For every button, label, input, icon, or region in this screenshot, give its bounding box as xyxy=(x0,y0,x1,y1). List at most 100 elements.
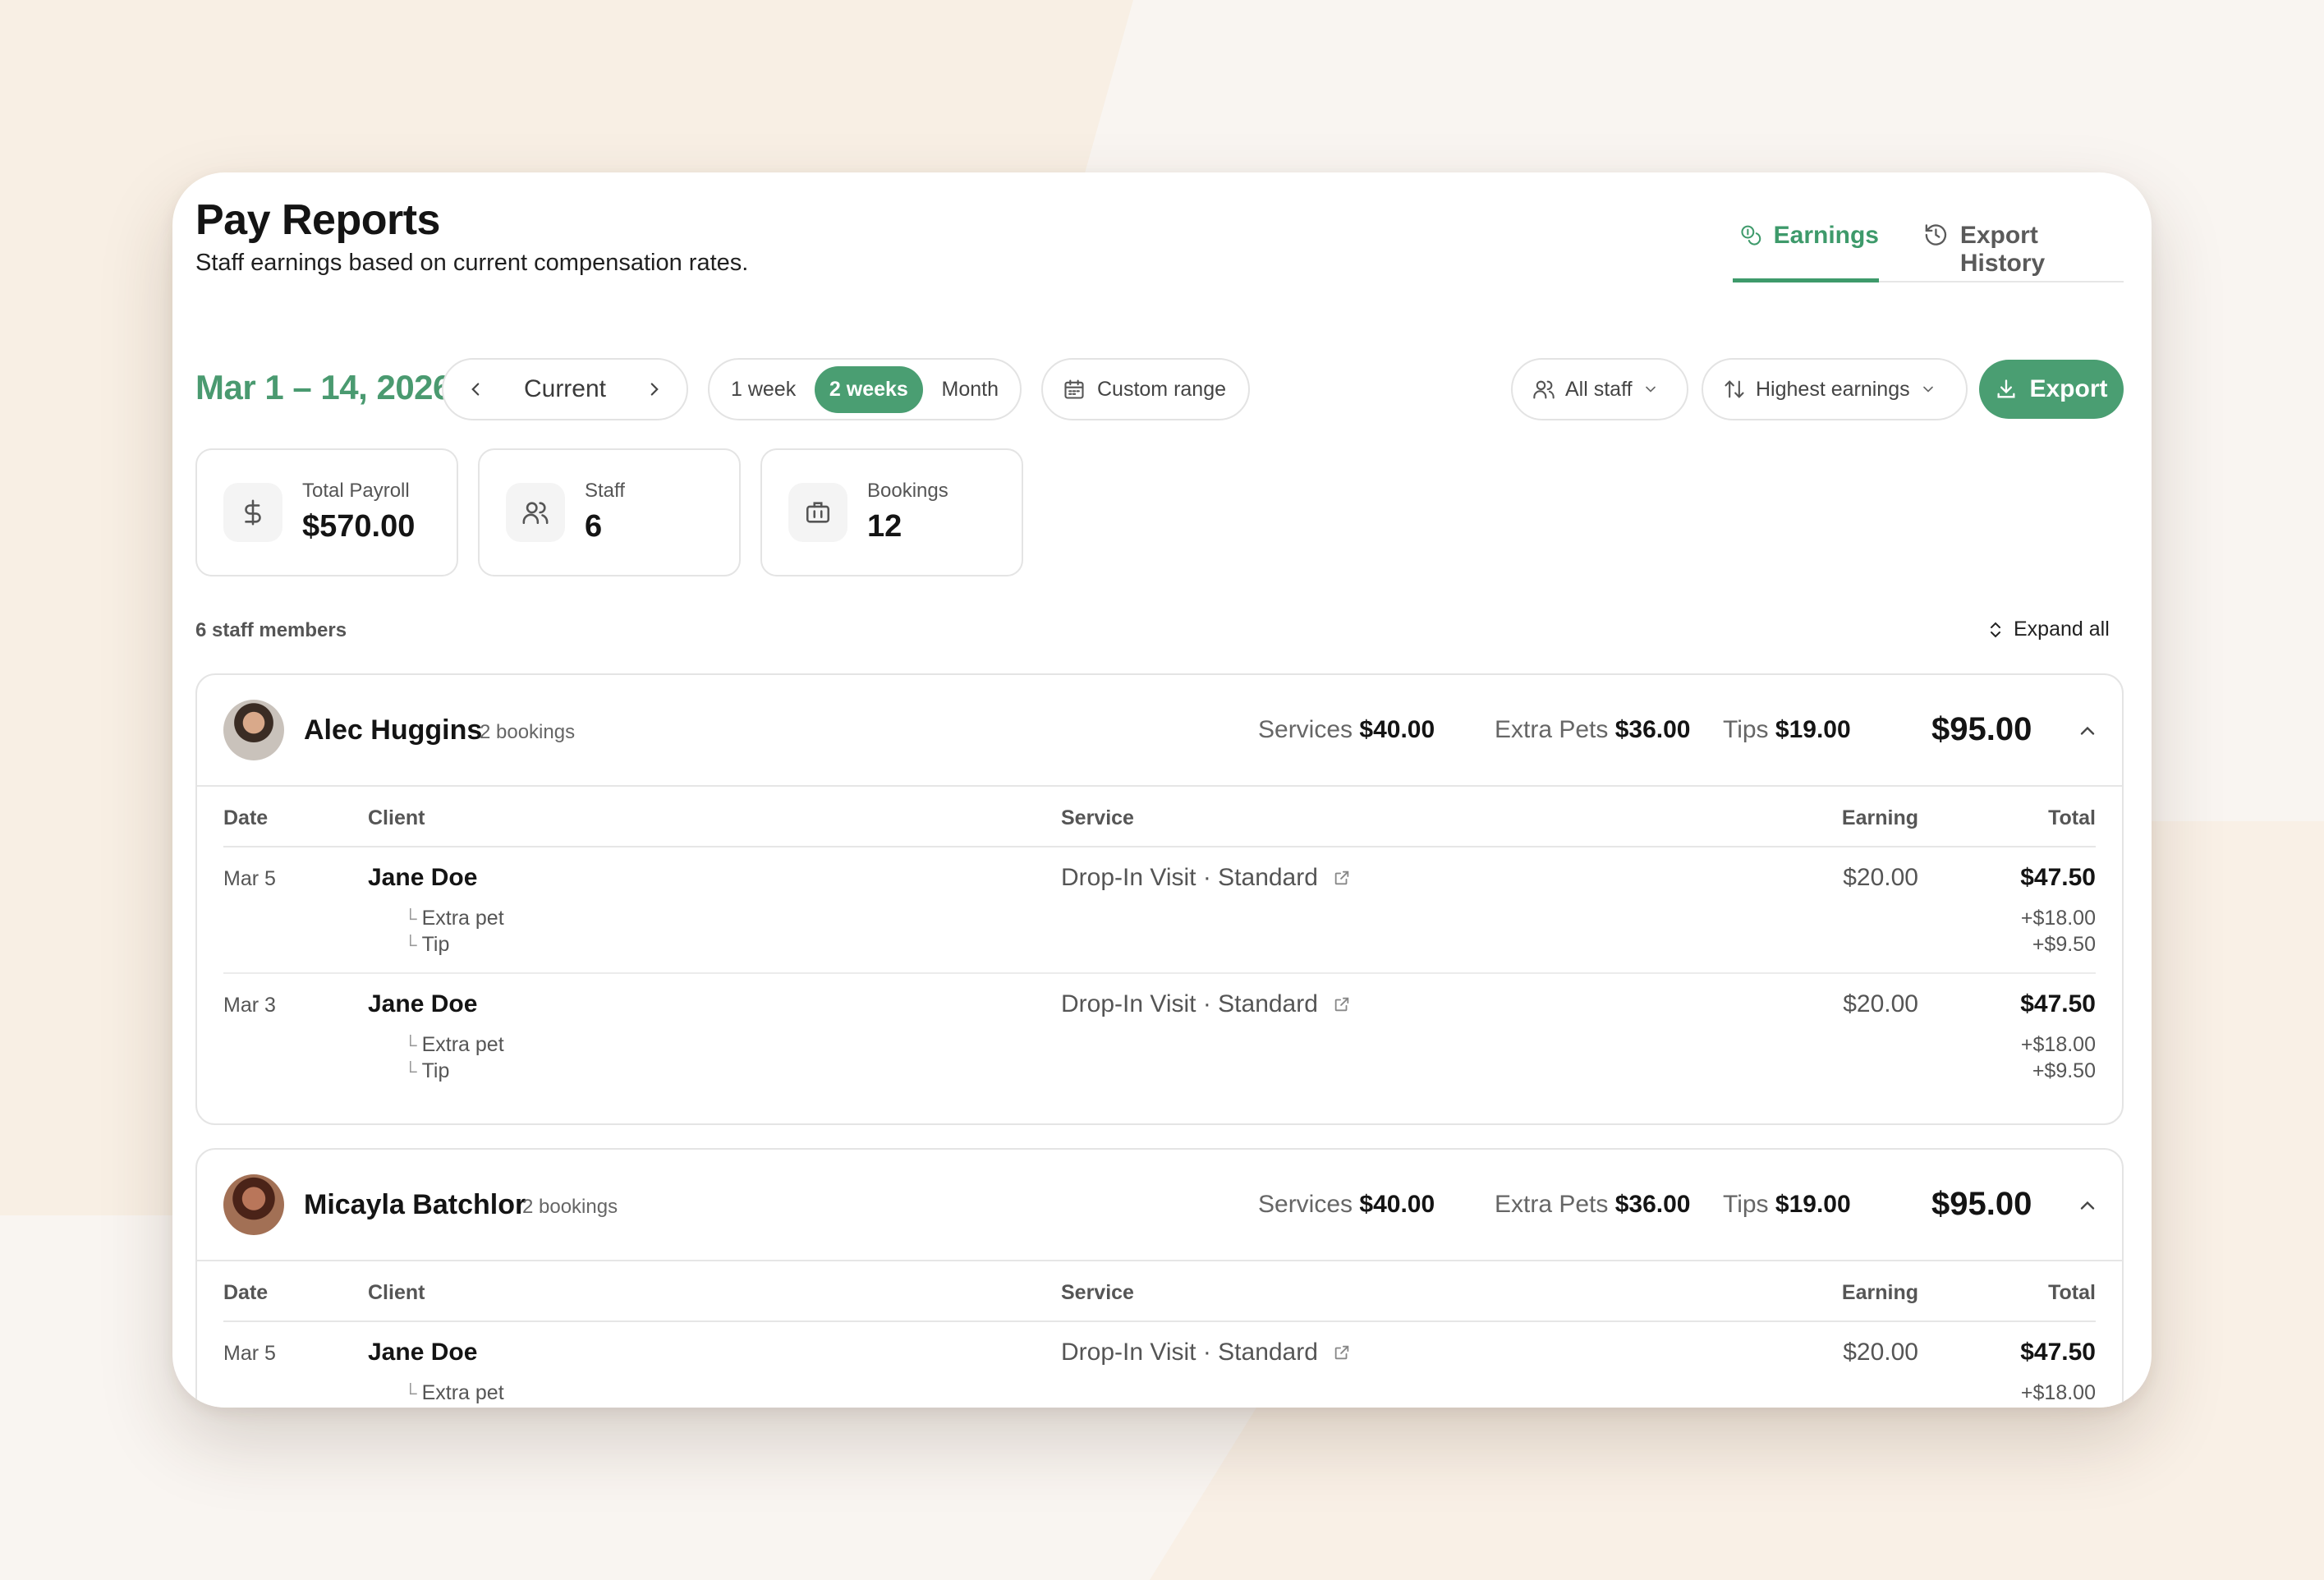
addon-label: └ Tip xyxy=(404,1059,450,1082)
chevron-up-icon[interactable] xyxy=(2076,719,2099,742)
row-date: Mar 5 xyxy=(223,1342,276,1365)
addon-label: └ Extra pet xyxy=(404,907,504,930)
sort-label: Highest earnings xyxy=(1756,377,1910,401)
range-month[interactable]: Month xyxy=(927,366,1013,413)
row-client[interactable]: Jane Doe xyxy=(368,990,477,1018)
tab-bar: Earnings Export History xyxy=(1733,205,2124,282)
extra-pets-amount: $36.00 xyxy=(1614,716,1691,743)
tab-export-history-label: Export History xyxy=(1959,222,2046,277)
staff-filter-dropdown[interactable]: All staff xyxy=(1511,358,1688,420)
addon-label: └ Tip xyxy=(404,933,450,956)
stat-label: Staff xyxy=(585,480,625,502)
users-icon xyxy=(506,483,565,542)
addon-amount: +$9.50 xyxy=(2032,1059,2096,1082)
row-service-link[interactable]: Drop-In Visit · Standard xyxy=(1061,990,1351,1018)
tab-earnings-label: Earnings xyxy=(1773,222,1879,249)
custom-range-button[interactable]: Custom range xyxy=(1041,358,1250,420)
tab-earnings[interactable]: Earnings xyxy=(1733,222,1879,282)
table-header: Date Client Service Earning Total xyxy=(223,1261,2096,1322)
column-total: Total xyxy=(2048,806,2096,829)
column-service: Service xyxy=(1061,806,1134,829)
extra-pets-summary: Extra Pets $36.00 xyxy=(1495,716,1691,744)
current-period-button[interactable]: Current xyxy=(524,375,606,403)
external-link-icon xyxy=(1334,997,1349,1012)
staff-count: 6 staff members xyxy=(195,619,347,641)
avatar xyxy=(223,700,284,760)
tab-export-history[interactable]: Export History xyxy=(1923,222,2124,282)
stat-value: 12 xyxy=(867,509,903,544)
column-total: Total xyxy=(2048,1281,2096,1304)
services-label: Services xyxy=(1258,716,1353,743)
column-earning: Earning xyxy=(1841,806,1918,829)
row-service: Drop-In Visit · Standard xyxy=(1061,990,1318,1017)
extra-pets-label: Extra Pets xyxy=(1495,716,1609,743)
row-service-link[interactable]: Drop-In Visit · Standard xyxy=(1061,1339,1351,1366)
history-icon xyxy=(1925,224,1947,246)
addon-amount: +$18.00 xyxy=(2020,907,2096,930)
sort-dropdown[interactable]: Highest earnings xyxy=(1702,358,1968,420)
row-total: $47.50 xyxy=(2020,1339,2096,1366)
avatar xyxy=(223,1174,284,1235)
coins-icon xyxy=(1741,225,1761,246)
staff-card-header[interactable]: Alec Huggins 2 bookings Services $40.00 … xyxy=(197,675,2122,787)
chevron-left-icon[interactable] xyxy=(465,379,486,400)
expand-all-button[interactable]: Expand all xyxy=(1986,618,2110,641)
addon-label: └ Extra pet xyxy=(404,1033,504,1056)
range-selector: 1 week 2 weeks Month xyxy=(708,358,1022,420)
addon-label-text: Extra pet xyxy=(421,1381,504,1404)
column-date: Date xyxy=(223,1281,269,1304)
addon-label-text: Tip xyxy=(421,933,450,956)
row-earning: $20.00 xyxy=(1843,864,1918,891)
row-client[interactable]: Jane Doe xyxy=(368,1339,477,1366)
chevron-right-icon[interactable] xyxy=(644,379,665,400)
row-total: $47.50 xyxy=(2020,864,2096,891)
sort-icon xyxy=(1725,380,1744,398)
extra-pets-amount: $36.00 xyxy=(1614,1191,1691,1218)
tips-label: Tips xyxy=(1723,1191,1769,1218)
tips-summary: Tips $19.00 xyxy=(1723,716,1851,744)
row-total: $47.50 xyxy=(2020,990,2096,1017)
staff-filter-label: All staff xyxy=(1565,377,1633,401)
row-service: Drop-In Visit · Standard xyxy=(1061,1339,1318,1366)
download-icon xyxy=(1997,379,2015,398)
stat-value: 6 xyxy=(585,509,603,544)
range-1-week[interactable]: 1 week xyxy=(716,366,811,413)
extra-pets-summary: Extra Pets $36.00 xyxy=(1495,1191,1691,1219)
calendar-icon xyxy=(1064,379,1084,399)
stat-label: Bookings xyxy=(867,480,948,502)
column-client: Client xyxy=(368,1281,425,1304)
period-navigator: Current xyxy=(442,358,688,420)
table-row: Mar 5 Jane Doe └ Extra pet └ Tip Drop-In V… xyxy=(223,847,2096,974)
stat-bookings: Bookings 12 xyxy=(760,448,1023,576)
tips-amount: $19.00 xyxy=(1775,1191,1851,1218)
export-button[interactable]: Export xyxy=(1979,360,2124,419)
range-2-weeks[interactable]: 2 weeks xyxy=(814,365,923,413)
expand-all-label: Expand all xyxy=(2014,618,2110,641)
staff-card-header[interactable]: Micayla Batchlor 2 bookings Services $40… xyxy=(197,1150,2122,1261)
addon-amount: +$9.50 xyxy=(2032,933,2096,956)
pay-reports-window: Pay Reports Staff earnings based on curr… xyxy=(172,172,2152,1408)
external-link-icon xyxy=(1334,870,1349,885)
row-service-link[interactable]: Drop-In Visit · Standard xyxy=(1061,864,1351,892)
column-earning: Earning xyxy=(1841,1281,1918,1304)
export-label: Export xyxy=(2029,375,2108,402)
staff-total: $95.00 xyxy=(1931,711,2032,747)
tips-label: Tips xyxy=(1723,716,1769,743)
table-row: Mar 5 Jane Doe └ Extra pet Drop-In Visit … xyxy=(223,1322,2096,1408)
addon-label-text: Extra pet xyxy=(421,1033,504,1056)
services-amount: $40.00 xyxy=(1359,1191,1435,1218)
chevron-down-icon xyxy=(1645,386,1656,393)
services-summary: Services $40.00 xyxy=(1258,1191,1435,1219)
stat-label: Total Payroll xyxy=(302,480,410,502)
staff-total: $95.00 xyxy=(1931,1186,2032,1222)
external-link-icon xyxy=(1334,1345,1349,1360)
briefcase-icon xyxy=(788,483,847,542)
stat-value: $570.00 xyxy=(302,509,416,544)
row-earning: $20.00 xyxy=(1843,1339,1918,1366)
row-client[interactable]: Jane Doe xyxy=(368,864,477,892)
addon-label-text: Tip xyxy=(421,1059,450,1082)
extra-pets-label: Extra Pets xyxy=(1495,1191,1609,1218)
chevron-up-icon[interactable] xyxy=(2076,1194,2099,1217)
row-service: Drop-In Visit · Standard xyxy=(1061,864,1318,891)
date-range-label: Mar 1 – 14, 2026 xyxy=(195,368,452,406)
